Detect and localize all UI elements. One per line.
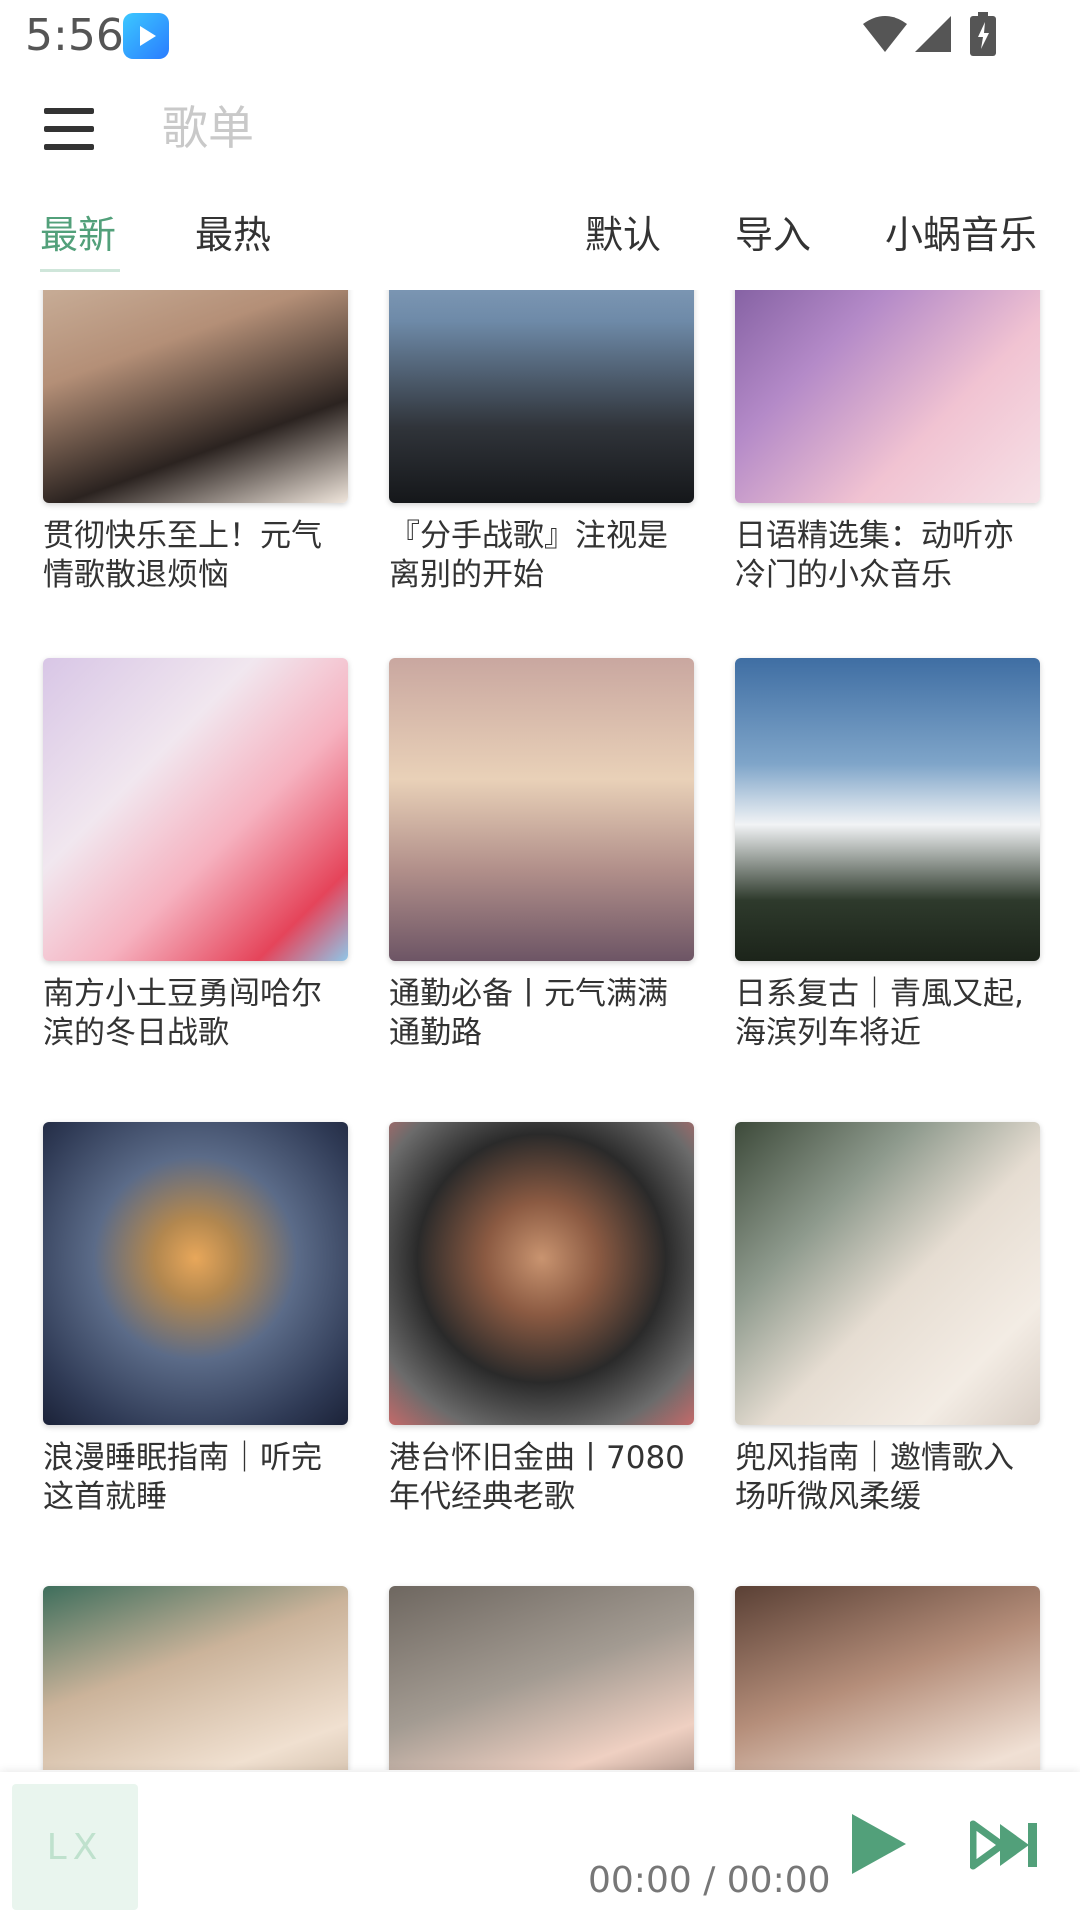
playlist-card[interactable] [735,1586,1040,1770]
menu-icon[interactable] [44,108,94,150]
playlist-cover [735,1122,1040,1425]
playlist-title: 日系复古｜青風又起,海滨列车将近 [735,976,1024,1051]
playlist-title: 『分手战歌』注视是离别的开始 [389,518,668,593]
wifi-icon [863,16,907,52]
playlist-card[interactable]: 贯彻快乐至上！元气情歌散退烦恼 [43,290,348,595]
tab-latest[interactable]: 最新 [40,205,116,265]
playlist-cover [389,1586,694,1770]
playlist-card[interactable]: 浪漫睡眠指南｜听完这首就睡 [43,1122,348,1517]
playlist-card[interactable]: 日语精选集：动听亦冷门的小众音乐 [735,290,1040,595]
status-bar: 5:56 [0,0,1080,70]
playlist-title: 南方小土豆勇闯哈尔滨的冬日战歌 [43,976,322,1051]
tab-hot[interactable]: 最热 [195,205,271,265]
playlist-cover [43,1586,348,1770]
page-title: 歌单 [162,101,254,155]
status-time: 5:56 [25,10,124,61]
playlist-cover [43,290,348,503]
tab-active-indicator [40,269,120,272]
playlist-title: 贯彻快乐至上！元气情歌散退烦恼 [43,518,322,593]
playlist-title: 港台怀旧金曲丨7080年代经典老歌 [389,1440,685,1515]
playlist-title: 浪漫睡眠指南｜听完这首就睡 [43,1440,322,1515]
playlist-cover [735,658,1040,961]
playlist-card[interactable]: 兜风指南｜邀情歌入场听微风柔缓 [735,1122,1040,1517]
filter-tabs: 最新 最热 默认 导入 小蜗音乐 [0,205,1080,275]
play-icon[interactable] [848,1812,908,1876]
playlist-cover [43,1122,348,1425]
playlist-card[interactable]: 日系复古｜青風又起,海滨列车将近 [735,658,1040,1053]
player-cover-logo[interactable]: LX [12,1784,138,1910]
skip-next-icon[interactable] [970,1820,1040,1870]
playlist-card[interactable]: 港台怀旧金曲丨7080年代经典老歌 [389,1122,694,1517]
playlist-title: 兜风指南｜邀情歌入场听微风柔缓 [735,1440,1014,1515]
playlist-title: 通勤必备丨元气满满通勤路 [389,976,668,1051]
import-button[interactable]: 导入 [735,205,811,265]
playlist-title: 日语精选集：动听亦冷门的小众音乐 [735,518,1014,593]
app-header: 歌单 [0,80,1080,180]
battery-icon [970,12,996,56]
playlist-card[interactable]: 南方小土豆勇闯哈尔滨的冬日战歌 [43,658,348,1053]
playlist-cover [735,290,1040,503]
playback-time: 00:00 / 00:00 [588,1860,831,1901]
playlist-cover [735,1586,1040,1770]
player-bar: LX 00:00 / 00:00 [0,1772,1080,1920]
playlist-grid: 贯彻快乐至上！元气情歌散退烦恼 『分手战歌』注视是离别的开始 日语精选集：动听亦… [0,290,1080,1770]
playlist-cover [389,658,694,961]
playlist-card[interactable]: 通勤必备丨元气满满通勤路 [389,658,694,1053]
sort-default-button[interactable]: 默认 [585,205,661,265]
playlist-cover [389,290,694,503]
playlist-card[interactable]: 『分手战歌』注视是离别的开始 [389,290,694,595]
playlist-cover [43,658,348,961]
playlist-card[interactable] [389,1586,694,1770]
app-notification-icon [123,13,169,59]
playlist-cover [389,1122,694,1425]
source-select-button[interactable]: 小蜗音乐 [885,205,1037,265]
playlist-card[interactable] [43,1586,348,1770]
signal-icon [915,16,951,52]
